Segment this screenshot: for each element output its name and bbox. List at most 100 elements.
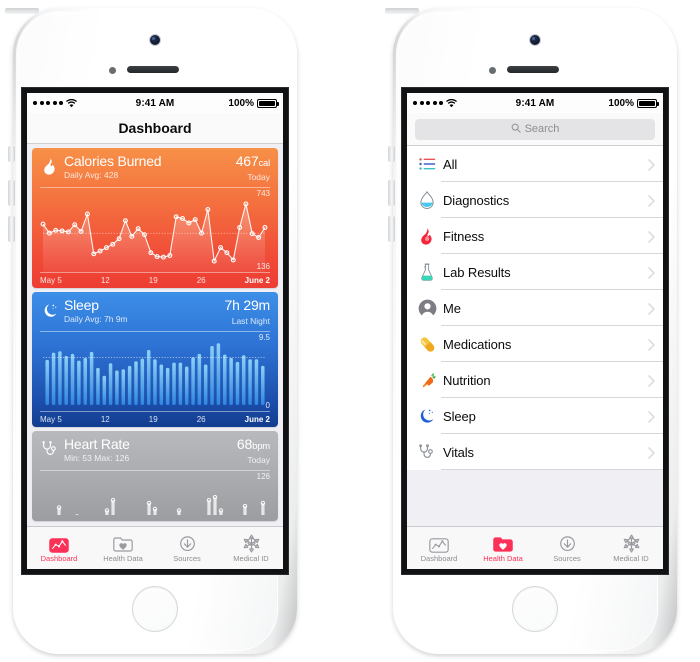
list-item[interactable]: Fitness [407,218,663,254]
calories-line-plot [40,201,268,272]
tab-label: Health Data [103,554,143,563]
chevron-right-icon [648,230,655,243]
y-min-label: 136 [256,262,270,271]
chevron-right-icon [648,194,655,207]
droplet-icon [415,188,439,212]
search-input[interactable]: Search [415,118,655,140]
list-item-label: Nutrition [443,372,491,388]
list-item[interactable]: Vitals [407,434,663,470]
tab-bar[interactable]: Dashboard Health Data Sources Medical ID [27,526,283,569]
list-item[interactable]: Sleep [407,398,663,434]
chevron-right-icon [648,266,655,279]
card-calories-burned[interactable]: Calories Burned Daily Avg: 428 467cal To… [32,148,278,288]
chevron-right-icon [648,374,655,387]
card-when: Last Night [231,316,270,326]
card-when: Today [247,455,270,465]
flame-icon [40,154,60,178]
card-value-unit: bpm [252,441,270,452]
battery-full-icon [257,98,279,108]
volume-down-button[interactable] [8,216,15,242]
tab-medical-id[interactable]: Medical ID [219,527,283,569]
tab-label: Sources [553,554,581,563]
tab-label: Dashboard [40,554,78,563]
health-data-list[interactable]: All Diagnostics Fitness Lab Results Me Medica… [407,146,663,526]
tab-sources[interactable]: Sources [535,527,599,569]
flask-icon [415,260,439,284]
stethoscope-icon [415,440,439,464]
list-item[interactable]: Diagnostics [407,182,663,218]
list-item-label: Diagnostics [443,192,510,208]
y-max-label: 126 [256,472,270,481]
navigation-bar: Dashboard [27,113,283,144]
home-button[interactable] [132,586,178,632]
card-value: 467 [235,153,259,169]
list-item[interactable]: Medications [407,326,663,362]
tab-bar[interactable]: Dashboard Health Data Sources Medical ID [407,526,663,569]
card-header: Calories Burned Daily Avg: 428 467cal To… [32,148,278,183]
chart-line-icon [429,533,449,553]
chevron-right-icon [648,338,655,351]
volume-up-button[interactable] [8,180,15,206]
heart-rate-plot [56,495,266,515]
front-camera-icon [530,35,540,45]
card-header: Sleep Daily Avg: 7h 9m 7h 29m Last Night [32,292,278,327]
volume-up-button[interactable] [388,180,395,206]
list-rows[interactable]: All Diagnostics Fitness Lab Results Me Medica… [407,146,663,470]
volume-down-button[interactable] [388,216,395,242]
list-item[interactable]: All [407,146,663,182]
silent-switch[interactable] [388,146,395,162]
tab-dashboard[interactable]: Dashboard [27,527,91,569]
tab-health-data[interactable]: Health Data [91,527,155,569]
card-subtitle: Daily Avg: 7h 9m [64,314,128,324]
card-title: Heart Rate [64,436,130,452]
card-title-block: Sleep Daily Avg: 7h 9m [64,298,221,325]
list-item[interactable]: Lab Results [407,254,663,290]
power-button[interactable] [5,8,39,14]
battery-full-icon [637,98,659,108]
card-sleep[interactable]: Sleep Daily Avg: 7h 9m 7h 29m Last Night… [32,292,278,427]
card-title: Calories Burned [64,153,162,169]
tab-sources[interactable]: Sources [155,527,219,569]
home-button[interactable] [512,586,558,632]
y-min-label: 0 [265,401,270,410]
dashboard-card-list[interactable]: Calories Burned Daily Avg: 428 467cal To… [27,144,283,526]
tab-medical-id[interactable]: Medical ID [599,527,663,569]
screen-right: 9:41 AM 100% Search All Diagnostics Fitnes… [407,93,663,569]
silent-switch[interactable] [8,146,15,162]
card-when: Today [247,172,270,182]
list-item-label: Sleep [443,408,476,424]
folder-heart-icon [113,533,133,553]
list-item[interactable]: Nutrition [407,362,663,398]
tab-dashboard[interactable]: Dashboard [407,527,471,569]
x-tick-label: June 2 [244,415,270,424]
list-item[interactable]: Me [407,290,663,326]
search-bar[interactable]: Search [407,113,663,146]
power-button[interactable] [385,8,419,14]
x-tick-label: 12 [100,415,110,424]
screenshot-stage: 9:41 AM 100% Dashboard Calories Burned D… [0,0,700,662]
list-item-label: Medications [443,336,512,352]
proximity-sensor-icon [109,67,116,74]
moon-icon [415,404,439,428]
moon-icon [40,298,60,322]
x-axis-labels: May 5 12 19 26 June 2 [32,412,278,424]
search-placeholder: Search [524,123,560,135]
y-max-label: 9.5 [258,333,270,342]
battery-percent-label: 100% [608,97,634,109]
x-tick-label: June 2 [244,276,270,285]
battery-percent-label: 100% [228,97,254,109]
tab-health-data[interactable]: Health Data [471,527,535,569]
person-icon [415,296,439,320]
chevron-right-icon [648,158,655,171]
tab-label: Health Data [483,554,523,563]
download-icon [178,533,197,553]
card-value-block: 467cal Today [232,153,271,183]
sleep-chart: 9.5 0 [40,332,270,411]
tab-label: Medical ID [613,554,649,563]
x-axis-labels: May 5 12 19 26 June 2 [32,273,278,285]
card-heart-rate[interactable]: Heart Rate Min: 53 Max: 126 68bpm Today … [32,431,278,521]
card-value-block: 7h 29m Last Night [221,298,271,327]
tab-label: Medical ID [233,554,269,563]
card-value-unit: cal [258,158,270,169]
list-item-label: Vitals [443,444,474,460]
